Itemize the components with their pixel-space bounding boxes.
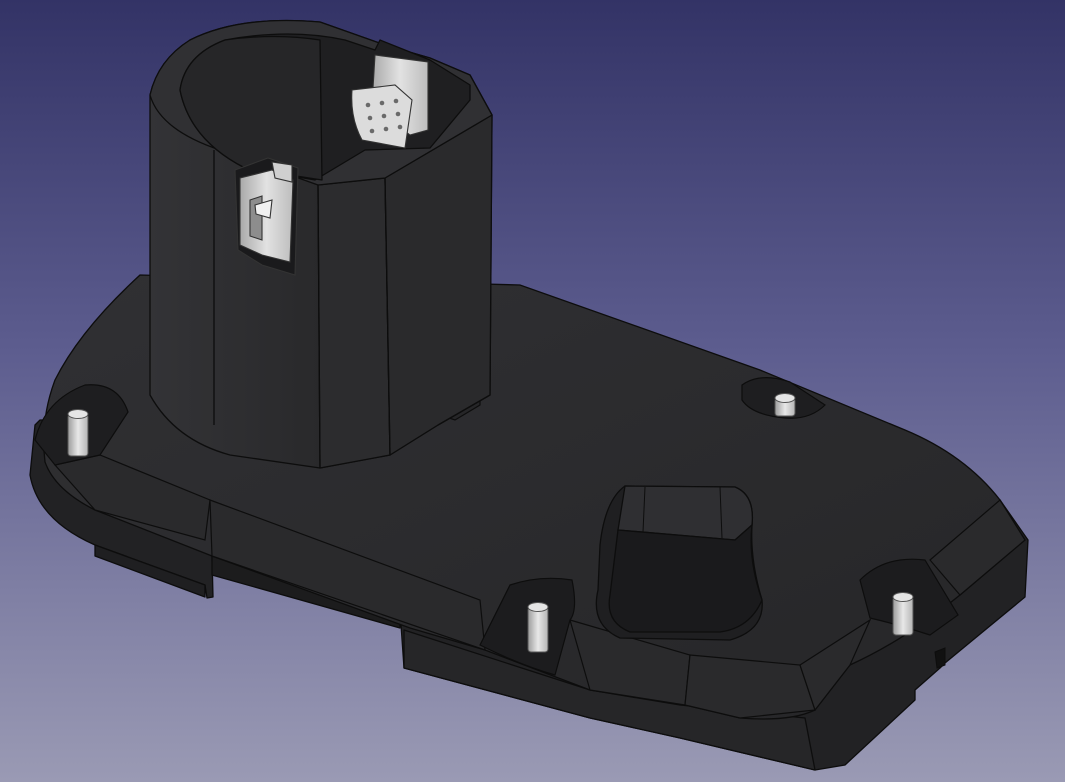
battery-holder-model[interactable] [0,0,1065,782]
central-pocket [595,485,763,641]
pin-center [527,606,549,653]
base-notch-right [934,647,946,669]
3d-viewport[interactable] [0,0,1065,782]
pin-left [67,413,89,457]
pin-right [892,596,914,636]
battery-cylinder [149,19,493,469]
